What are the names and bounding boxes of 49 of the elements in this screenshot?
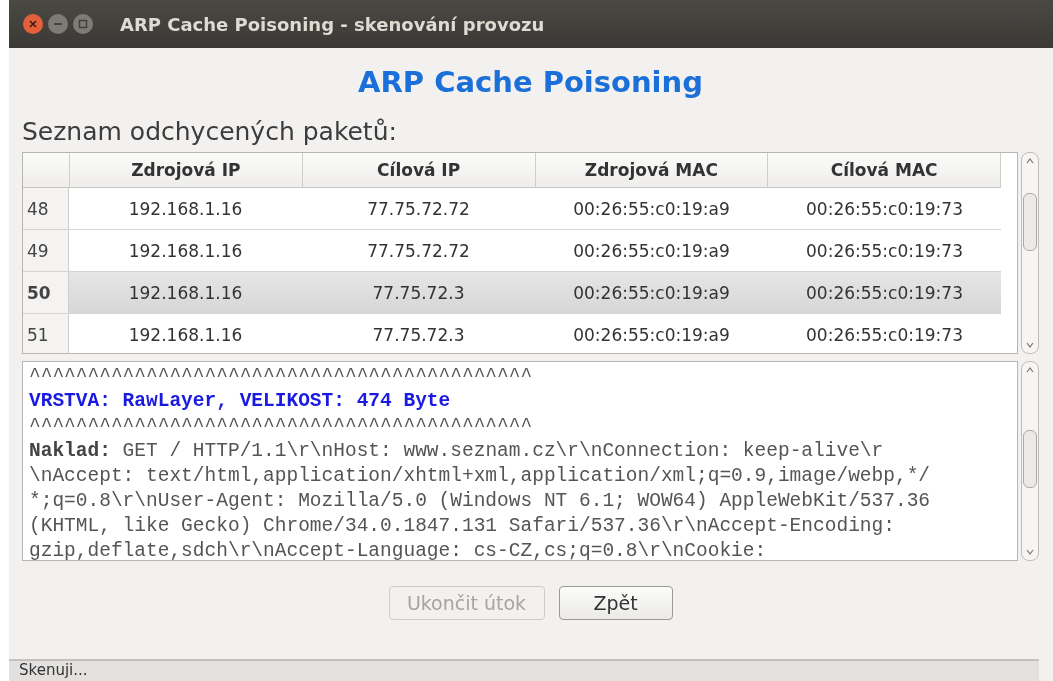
table-cell-text: 00:26:55:c0:19:73: [805, 239, 964, 263]
row-number: 50: [23, 272, 69, 313]
table-cell-text: 77.75.72.72: [366, 239, 471, 263]
table-cell-text: 77.75.72.72: [366, 197, 471, 221]
payload-text: Naklad: GET / HTTP/1.1\r\nHost: www.seznam.cz\r\nConnection: keep-alive\r: [29, 439, 885, 464]
close-button[interactable]: [23, 14, 43, 34]
table-cell-text: 192.168.1.16: [127, 239, 244, 263]
table-cell-text: 00:26:55:c0:19:73: [805, 281, 964, 305]
payload-text: (KHTML, like Gecko) Chrome/34.0.1847.131 Safari/537.36\r\nAccept-Encoding:: [29, 514, 896, 539]
heading: ARP Cache Poisoning: [357, 65, 704, 99]
payload-text: \nAccept: text/html,application/xhtml+xml,application/xml;q=0.9,image/webp,*/: [29, 464, 932, 489]
column-header[interactable]: Zdrojová MAC: [535, 153, 769, 187]
table-row[interactable]: 48 192.168.1.16 77.75.72.72 00:26:55:c0:19:a9 00:26:55:c0:19:73: [23, 188, 1001, 230]
table-cell-text: 77.75.72.3: [371, 281, 466, 305]
scrollbar[interactable]: [1021, 361, 1039, 561]
table-cell-text: 00:26:55:c0:19:73: [805, 323, 964, 347]
column-header[interactable]: Cílová IP: [302, 153, 536, 187]
table-cell-text: 00:26:55:c0:19:a9: [572, 197, 731, 221]
scrollbar[interactable]: [1021, 152, 1039, 354]
separator-line: ^^^^^^^^^^^^^^^^^^^^^^^^^^^^^^^^^^^^^^^^^^^: [29, 364, 534, 389]
status-log: Skenuji...: [9, 659, 1039, 681]
payload-text: *;q=0.8\r\nUser-Agent: Mozilla/5.0 (Windows NT 6.1; WOW64) AppleWebKit/537.36: [29, 489, 932, 514]
layer-info: VRSTVA: RawLayer, VELIKOST: 474 Byte: [29, 389, 452, 414]
table-cell-text: 192.168.1.16: [127, 323, 244, 347]
row-number: 49: [23, 230, 69, 271]
column-header[interactable]: Zdrojová IP: [70, 153, 303, 187]
row-number: 48: [23, 188, 69, 229]
table-cell-text: 00:26:55:c0:19:a9: [572, 281, 731, 305]
table-row[interactable]: 51 192.168.1.16 77.75.72.3 00:26:55:c0:19:a9 00:26:55:c0:19:73: [23, 314, 1001, 353]
close-icon: [28, 19, 38, 29]
table-cell-text: 00:26:55:c0:19:a9: [572, 323, 731, 347]
minimize-button[interactable]: [48, 14, 68, 34]
separator-line: ^^^^^^^^^^^^^^^^^^^^^^^^^^^^^^^^^^^^^^^^^^^: [29, 414, 534, 439]
list-label: Seznam odchycených paketů:: [22, 117, 398, 146]
maximize-button[interactable]: [73, 14, 93, 34]
table-cell-text: 192.168.1.16: [127, 281, 244, 305]
column-header[interactable]: Cílová MAC: [768, 153, 1001, 187]
window-title: ARP Cache Poisoning - skenování provozu: [120, 13, 545, 35]
table-cell-text: 192.168.1.16: [127, 197, 244, 221]
table-cell-text: 00:26:55:c0:19:73: [805, 197, 964, 221]
row-number: 51: [23, 314, 69, 353]
payload-text: gzip,deflate,sdch\r\nAccept-Language: cs-CZ,cs;q=0.8\r\nCookie:: [29, 539, 768, 560]
scrollbar-thumb[interactable]: [1023, 430, 1037, 488]
table-cell-text: 77.75.72.3: [371, 323, 466, 347]
scrollbar-thumb[interactable]: [1023, 193, 1037, 251]
table-row[interactable]: 50 192.168.1.16 77.75.72.3 00:26:55:c0:19:a9 00:26:55:c0:19:73: [23, 272, 1001, 314]
maximize-icon: [78, 19, 88, 29]
back-button[interactable]: Zpět: [558, 586, 673, 620]
table-cell-text: 00:26:55:c0:19:a9: [572, 239, 731, 263]
